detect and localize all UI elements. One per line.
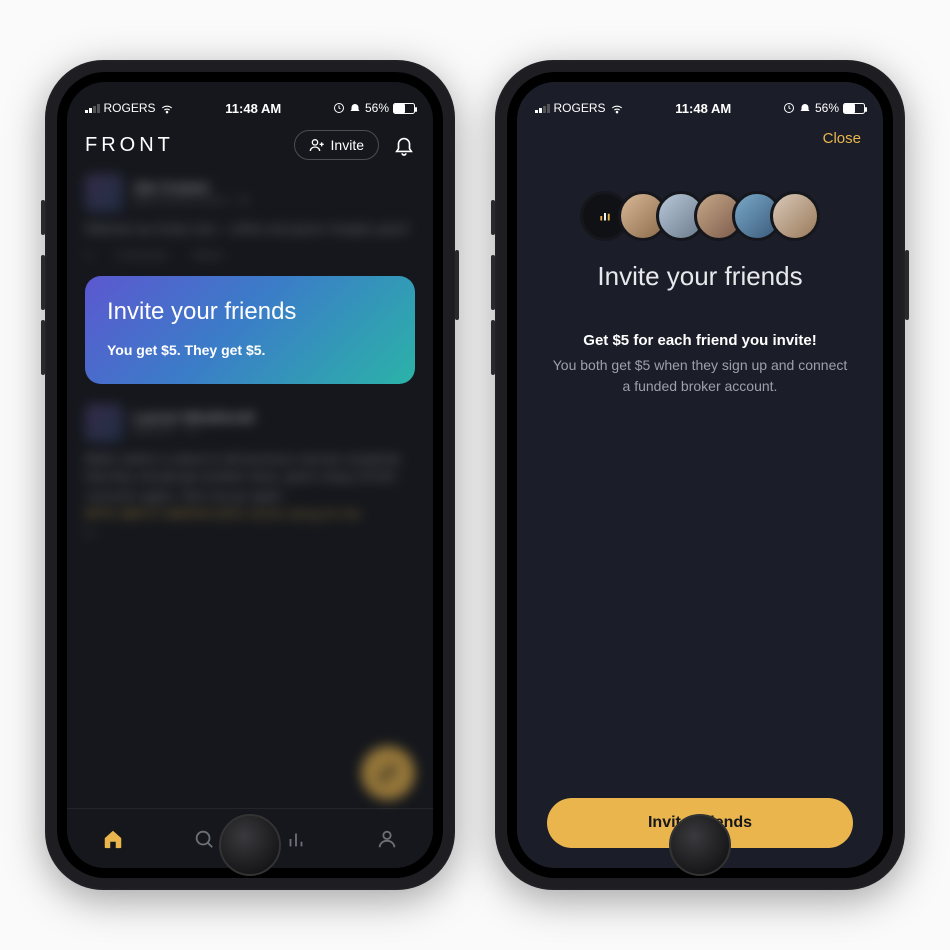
carrier-label: ROGERS: [104, 101, 156, 115]
feed-post[interactable]: Lauren Weatherall @lauren · 1d Biden adm…: [85, 404, 415, 541]
status-bar: ROGERS 11:48 AM 56%: [67, 82, 433, 122]
invite-card[interactable]: Invite your friends You get $5. They get…: [85, 276, 415, 384]
invite-title: Invite your friends: [597, 261, 802, 292]
pencil-icon: [376, 761, 400, 785]
tab-home-icon[interactable]: [102, 828, 124, 850]
vote-count[interactable]: 4: [85, 248, 92, 262]
orientation-lock-icon: [783, 102, 795, 114]
tab-search-icon[interactable]: [193, 828, 215, 850]
feed[interactable]: Jim Cramer @jimcramercontent · 5h Walmar…: [67, 174, 433, 808]
post-meta: @jimcramercontent · 5h: [133, 195, 251, 207]
avatar: [85, 404, 123, 442]
person-plus-icon: [309, 137, 325, 153]
invite-lead: Get $5 for each friend you invite!: [583, 332, 816, 349]
app-header: FRONT Invite: [67, 122, 433, 174]
bars-icon: [596, 207, 614, 225]
friend-avatar: [770, 191, 820, 241]
post-author: Jim Cramer: [133, 179, 251, 195]
invite-page: Invite your friends Get $5 for each frie…: [517, 151, 883, 868]
signal-icon: [535, 103, 550, 113]
post-actions: 4 Comment Share: [85, 248, 415, 262]
home-button[interactable]: [219, 814, 281, 876]
compose-fab[interactable]: [361, 746, 415, 800]
close-link[interactable]: Close: [823, 130, 861, 147]
invite-button[interactable]: Invite: [294, 130, 379, 160]
phone-frame-1: ROGERS 11:48 AM 56% FRONT Invite: [45, 60, 455, 890]
avatar-stack: [580, 191, 820, 241]
status-time: 11:48 AM: [675, 101, 731, 116]
invite-card-sub: You get $5. They get $5.: [107, 342, 393, 358]
battery-icon: [843, 103, 865, 114]
battery-pct: 56%: [365, 101, 389, 115]
alarm-icon: [799, 102, 811, 114]
post-meta: @lauren · 1d: [133, 425, 254, 437]
orientation-lock-icon: [333, 102, 345, 114]
battery-pct: 56%: [815, 101, 839, 115]
wifi-icon: [610, 101, 624, 115]
phone-frame-2: ROGERS 11:48 AM 56% Close: [495, 60, 905, 890]
wifi-icon: [160, 101, 174, 115]
invite-desc: You both get $5 when they sign up and co…: [547, 355, 853, 397]
app-logo: FRONT: [85, 134, 174, 157]
home-button[interactable]: [669, 814, 731, 876]
share-action[interactable]: Share: [192, 248, 224, 262]
post-author: Lauren Weatherall: [133, 409, 254, 425]
carrier-label: ROGERS: [554, 101, 606, 115]
alarm-icon: [349, 102, 361, 114]
battery-icon: [393, 103, 415, 114]
tab-profile-icon[interactable]: [376, 828, 398, 850]
tab-chart-icon[interactable]: [285, 828, 307, 850]
post-body: Walmart up nicely now – online and gross…: [85, 220, 415, 238]
comment-action[interactable]: Comment: [116, 248, 168, 262]
invite-card-title: Invite your friends: [107, 298, 393, 326]
signal-icon: [85, 103, 100, 113]
invite-button-label: Invite: [331, 137, 364, 153]
notifications-icon[interactable]: [393, 134, 415, 156]
post-body: Biden admin is about to tell previous va…: [85, 450, 415, 541]
status-time: 11:48 AM: [225, 101, 281, 116]
feed-post[interactable]: Jim Cramer @jimcramercontent · 5h Walmar…: [85, 174, 415, 262]
status-bar: ROGERS 11:48 AM 56%: [517, 82, 883, 122]
avatar: [85, 174, 123, 212]
